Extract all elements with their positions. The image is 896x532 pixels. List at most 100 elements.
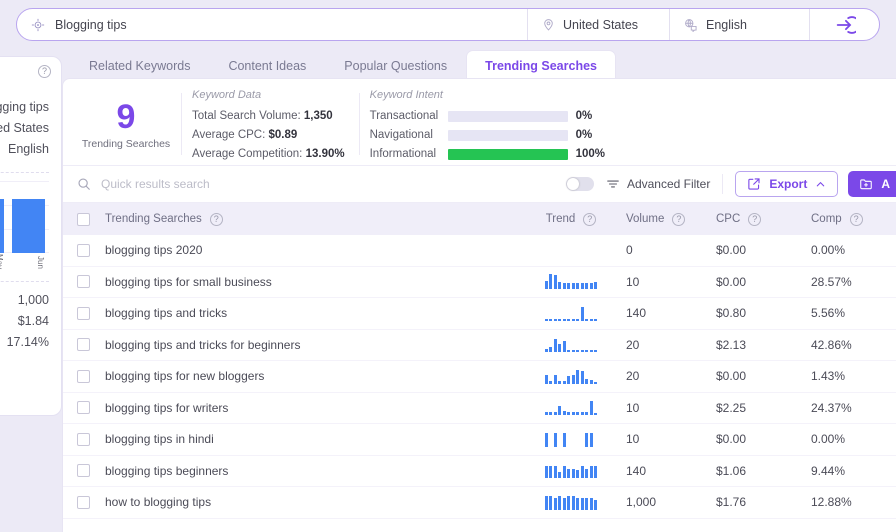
- export-button[interactable]: Export: [735, 171, 839, 197]
- select-all-cell[interactable]: [63, 212, 103, 226]
- sparkline-bar: [558, 495, 562, 510]
- advanced-filter-button[interactable]: Advanced Filter: [606, 177, 710, 191]
- sparkline-bar: [576, 369, 580, 384]
- table-row[interactable]: blogging tips beginners 140 $1.06 9.44%: [63, 456, 896, 487]
- help-circle-icon[interactable]: ?: [38, 65, 51, 78]
- table-row[interactable]: blogging tips for new bloggers 20 $0.00 1.4…: [63, 361, 896, 393]
- sparkline-bar: [580, 283, 584, 289]
- row-checkbox[interactable]: [76, 495, 90, 509]
- table-row[interactable]: blogging tips for writers 10 $2.25 24.37%: [63, 393, 896, 424]
- cell-keyword[interactable]: blogging tips and tricks for beginners: [103, 338, 516, 352]
- row-select-cell[interactable]: [63, 464, 103, 478]
- row-checkbox[interactable]: [76, 369, 90, 383]
- row-checkbox[interactable]: [76, 243, 90, 257]
- sparkline-bar: [585, 378, 589, 384]
- cell-volume: 0: [626, 243, 633, 258]
- row-checkbox[interactable]: [76, 306, 90, 320]
- export-label: Export: [769, 177, 808, 191]
- help-circle-icon[interactable]: ?: [583, 212, 597, 226]
- help-circle-icon[interactable]: ?: [209, 212, 223, 226]
- sparkline-bar: [553, 432, 557, 447]
- top-search-bar: Blogging tips United States English: [0, 0, 896, 48]
- cell-keyword[interactable]: blogging tips 2020: [103, 243, 516, 257]
- cell-keyword[interactable]: blogging tips beginners: [103, 464, 516, 478]
- keyword-intent-bar: [447, 130, 568, 141]
- sparkline-bar: [549, 380, 553, 384]
- cell-keyword[interactable]: blogging tips for new bloggers: [103, 369, 516, 383]
- tab-content-ideas[interactable]: Content Ideas: [209, 50, 325, 80]
- cell-comp: 24.37%: [811, 400, 852, 415]
- sparkline-bar: [580, 306, 584, 321]
- row-checkbox[interactable]: [76, 464, 90, 478]
- cell-keyword[interactable]: how to blogging tips: [103, 495, 516, 509]
- language-value[interactable]: English: [706, 18, 747, 32]
- sparkline-bar: [571, 318, 575, 321]
- column-header-trend[interactable]: Trend ?: [516, 203, 626, 235]
- row-checkbox[interactable]: [76, 338, 90, 352]
- cell-keyword[interactable]: blogging tips in hindi: [103, 432, 516, 446]
- cell-keyword[interactable]: blogging tips and tricks: [103, 306, 516, 320]
- language-icon: [684, 18, 698, 32]
- table-row[interactable]: blogging tips and tricks for beginners 20…: [63, 330, 896, 361]
- map-pin-icon: [542, 18, 555, 31]
- arrow-right-circle-icon[interactable]: [834, 14, 856, 36]
- location-value[interactable]: United States: [563, 18, 638, 32]
- tab-related-keywords[interactable]: Related Keywords: [70, 50, 209, 80]
- row-select-cell[interactable]: [63, 243, 103, 257]
- sparkline-bar: [558, 282, 562, 289]
- sparkline-bar: [571, 374, 575, 384]
- language-selector[interactable]: English: [669, 9, 809, 40]
- select-all-checkbox[interactable]: [76, 212, 90, 226]
- cell-comp: 12.88%: [811, 495, 852, 510]
- keyword-value[interactable]: Blogging tips: [55, 18, 127, 32]
- row-select-cell[interactable]: [63, 275, 103, 289]
- row-checkbox[interactable]: [76, 275, 90, 289]
- column-header-comp[interactable]: Comp ?: [811, 212, 896, 226]
- sparkline-bar: [585, 432, 589, 447]
- tab-bar: Related Keywords Content Ideas Popular Que…: [70, 48, 616, 80]
- help-circle-icon[interactable]: ?: [672, 212, 686, 226]
- row-select-cell[interactable]: [63, 495, 103, 509]
- tab-trending-searches[interactable]: Trending Searches: [466, 50, 616, 80]
- table-row[interactable]: how to blogging tips 1,000 $1.76 12.88%: [63, 487, 896, 519]
- table-row[interactable]: blogging tips for small business 10 $0.00 2…: [63, 267, 896, 298]
- keyword-input-segment[interactable]: Blogging tips: [17, 9, 527, 40]
- row-select-cell[interactable]: [63, 306, 103, 320]
- quick-search-group[interactable]: [77, 177, 566, 191]
- keyword-intent-bar: [447, 149, 568, 160]
- sparkline-bar: [562, 497, 566, 510]
- column-header-volume[interactable]: Volume ?: [626, 212, 716, 226]
- column-header-keyword[interactable]: Trending Searches ?: [103, 212, 516, 226]
- cell-keyword[interactable]: blogging tips for small business: [103, 275, 516, 289]
- help-circle-icon[interactable]: ?: [748, 212, 762, 226]
- cell-comp: 0.00%: [811, 432, 846, 447]
- cell-volume: 10: [626, 400, 640, 415]
- row-select-cell[interactable]: [63, 338, 103, 352]
- tab-popular-questions[interactable]: Popular Questions: [325, 50, 466, 80]
- quick-search-input[interactable]: [101, 177, 401, 191]
- keyword-intent-bar: [447, 111, 568, 122]
- help-circle-icon[interactable]: ?: [849, 212, 863, 226]
- sparkline-bar: [567, 318, 571, 321]
- row-checkbox[interactable]: [76, 432, 90, 446]
- search-submit-button[interactable]: [809, 9, 879, 40]
- add-to-list-button[interactable]: A: [848, 171, 896, 197]
- sparkline-bar: [580, 350, 584, 352]
- column-header-cpc[interactable]: CPC ?: [716, 212, 811, 226]
- row-checkbox[interactable]: [76, 401, 90, 415]
- sparkline-bar: [585, 412, 589, 415]
- location-selector[interactable]: United States: [527, 9, 669, 40]
- sparkline-bar: [553, 374, 557, 384]
- cell-keyword[interactable]: blogging tips for writers: [103, 401, 516, 415]
- keyword-search-bar[interactable]: Blogging tips United States English: [16, 8, 880, 41]
- row-select-cell[interactable]: [63, 432, 103, 446]
- cell-cpc: $2.25: [716, 400, 747, 415]
- table-row[interactable]: blogging tips and tricks 140 $0.80 5.56%: [63, 298, 896, 330]
- table-row[interactable]: blogging tips 2020 0 $0.00 0.00%: [63, 235, 896, 267]
- row-select-cell[interactable]: [63, 369, 103, 383]
- row-select-cell[interactable]: [63, 401, 103, 415]
- filter-toggle[interactable]: [565, 177, 594, 191]
- divider-2: [0, 281, 49, 282]
- table-row[interactable]: blogging tips in hindi 10 $0.00 0.00%: [63, 424, 896, 456]
- keyword-intent-value: 0%: [575, 110, 593, 122]
